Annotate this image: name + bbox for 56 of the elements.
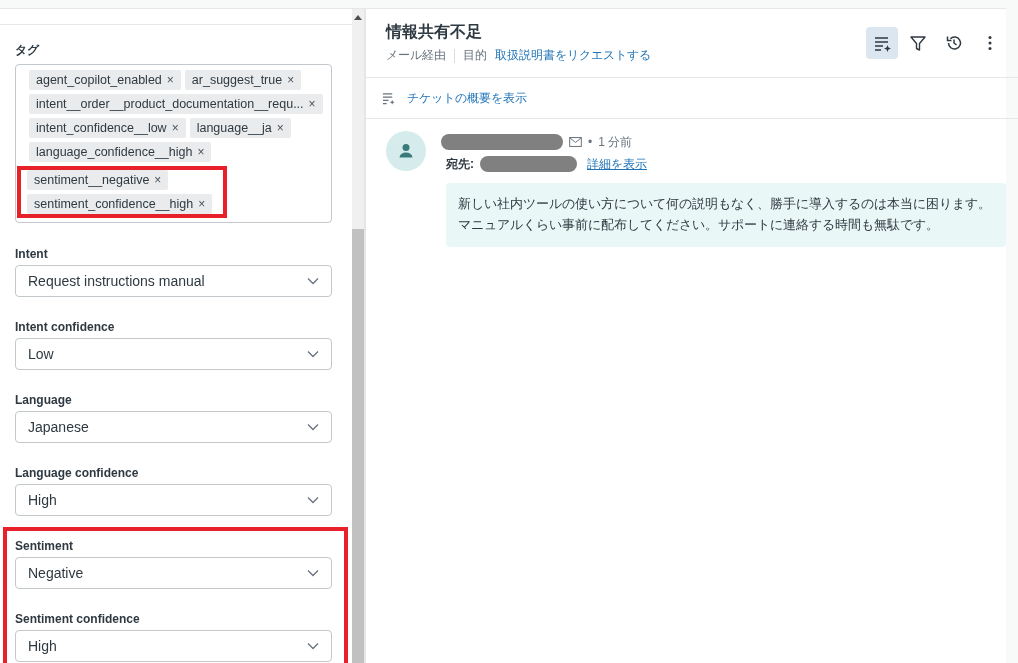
separator-dot: • xyxy=(588,135,593,149)
dropdown[interactable]: Japanese xyxy=(15,411,332,443)
remove-tag-icon[interactable]: × xyxy=(308,97,316,111)
chevron-down-icon xyxy=(307,569,319,577)
channel-text: メール経由 xyxy=(386,47,446,64)
remove-tag-icon[interactable]: × xyxy=(171,121,179,135)
dropdown[interactable]: Request instructions manual xyxy=(15,265,332,297)
tag-chip[interactable]: language__ja × xyxy=(189,118,291,138)
recipient-label: 宛先: xyxy=(446,155,474,173)
summary-link[interactable]: チケットの概要を表示 xyxy=(407,89,527,107)
dropdown[interactable]: High xyxy=(15,630,332,662)
chevron-down-icon xyxy=(307,642,319,650)
message-body: 新しい社内ツールの使い方について何の説明もなく、勝手に導入するのは本当に困ります。マニュアルくらい事前に配布してください。サポートに連絡する時間も無駄です。 xyxy=(446,183,1006,247)
toolbar-button[interactable] xyxy=(866,27,898,59)
remove-tag-icon[interactable]: × xyxy=(287,73,295,87)
avatar-icon xyxy=(386,131,426,171)
intent-link[interactable]: 取扱説明書をリクエストする xyxy=(495,47,651,64)
remove-tag-icon[interactable]: × xyxy=(198,197,206,211)
scrollbar[interactable] xyxy=(352,9,365,663)
tag-chip[interactable]: sentiment_confidence__high × xyxy=(27,194,213,214)
timestamp: 1 分前 xyxy=(598,133,633,151)
dropdown[interactable]: High xyxy=(15,484,332,516)
chevron-down-icon xyxy=(307,423,319,431)
field-label: Language xyxy=(15,393,72,408)
tag-chip[interactable]: agent_copilot_enabled × xyxy=(29,70,181,90)
field-label: Sentiment confidence xyxy=(15,612,140,627)
dropdown[interactable]: Low xyxy=(15,338,332,370)
tag-chip[interactable]: language_confidence__high × xyxy=(29,142,212,162)
more-icon xyxy=(988,36,992,50)
field-label: Intent confidence xyxy=(15,320,115,335)
remove-tag-icon[interactable]: × xyxy=(197,145,205,159)
remove-tag-icon[interactable]: × xyxy=(276,121,284,135)
chevron-down-icon xyxy=(307,277,319,285)
field-label: タグ xyxy=(15,43,39,58)
filter-icon xyxy=(908,33,928,53)
chevron-down-icon xyxy=(307,496,319,504)
mail-icon xyxy=(569,137,582,147)
ticket-title: 情報共有不足 xyxy=(386,22,483,42)
intent-label: 目的 xyxy=(463,47,487,64)
remove-tag-icon[interactable]: × xyxy=(166,73,174,87)
tags-field[interactable] xyxy=(15,64,332,223)
tag-chip[interactable]: intent_confidence__low × xyxy=(29,118,186,138)
scroll-up-icon xyxy=(354,15,362,20)
tag-chip[interactable]: intent__order__product_documentation__requ... × xyxy=(29,94,323,114)
tag-chip[interactable]: ar_suggest_true × xyxy=(184,70,302,90)
details-link[interactable]: 詳細を表示 xyxy=(587,155,647,173)
chevron-down-icon xyxy=(307,350,319,358)
field-label: Intent xyxy=(15,247,48,262)
field-label: Language confidence xyxy=(15,466,139,481)
dropdown[interactable]: Negative xyxy=(15,557,332,589)
tag-chip[interactable]: sentiment__negative × xyxy=(27,170,169,190)
history-icon xyxy=(944,33,964,53)
scroll-thumb[interactable] xyxy=(352,229,364,663)
field-label: Sentiment xyxy=(15,539,73,554)
remove-tag-icon[interactable]: × xyxy=(154,173,162,187)
summary-icon xyxy=(382,91,395,105)
